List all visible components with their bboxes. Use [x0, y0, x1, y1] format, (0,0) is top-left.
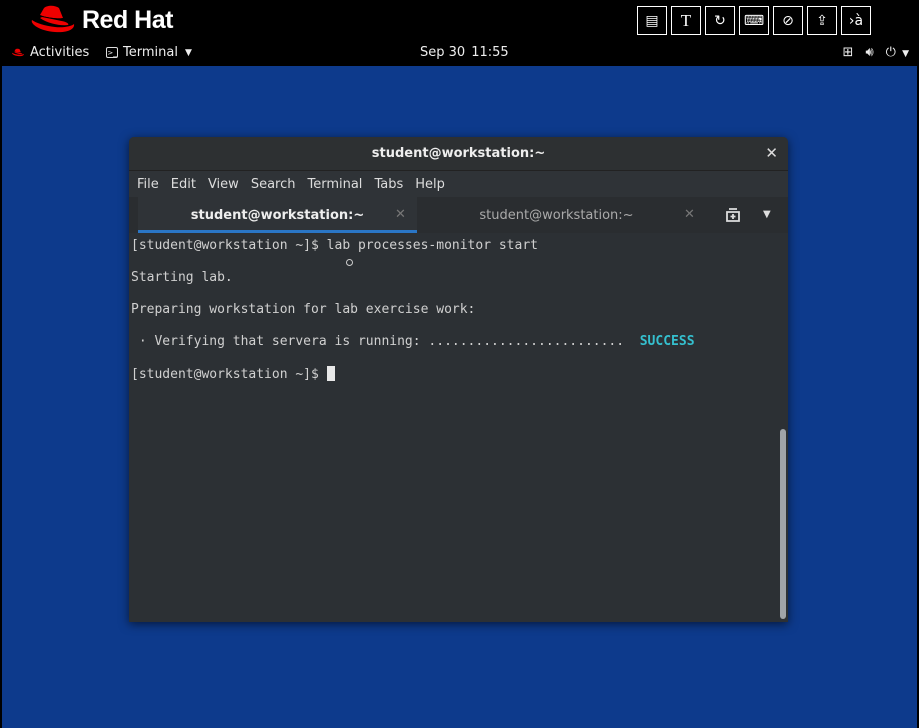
power-icon: ⏻ ▼ [885, 45, 909, 60]
redhat-logo [31, 5, 75, 33]
terminal-prompt: [student@workstation ~]$ [131, 367, 327, 382]
tab-list-chevron-down-icon[interactable]: ▼ [763, 209, 771, 220]
close-tab-icon[interactable]: ✕ [395, 207, 406, 222]
scrollbar[interactable] [779, 233, 787, 622]
window-titlebar[interactable]: student@workstation:~ ✕ [129, 137, 788, 171]
clock-time: 11:55 [471, 45, 509, 60]
terminal-icon: >_ [106, 47, 118, 58]
text-cursor [326, 366, 335, 381]
chevron-down-icon: ▼ [184, 47, 192, 58]
close-tab-icon[interactable]: ✕ [684, 207, 695, 222]
upload-icon[interactable]: ⇪ [807, 6, 837, 35]
app-menu-label: Terminal [123, 45, 178, 60]
volume-icon: 🔊︎ [865, 45, 874, 60]
keyboard-icon[interactable]: ⌨ [739, 6, 769, 35]
tab-bar: student@workstation:~ ✕ student@workstat… [129, 197, 788, 234]
menu-help[interactable]: Help [415, 177, 445, 192]
menu-view[interactable]: View [208, 177, 239, 192]
redhat-small-icon [12, 48, 24, 56]
activities-button[interactable]: Activities [11, 45, 89, 60]
close-icon[interactable]: ✕ [765, 144, 778, 162]
system-tray[interactable]: ⊞ 🔊︎ ⏻ ▼ [843, 45, 909, 60]
clock-date: Sep 30 [420, 45, 466, 60]
network-icon: ⊞ [842, 45, 854, 60]
notes-icon[interactable]: ▤ [637, 6, 667, 35]
activities-label: Activities [30, 45, 90, 60]
terminal-window: student@workstation:~ ✕ File Edit View S… [129, 137, 788, 622]
terminal-line: Preparing workstation for lab exercise w… [131, 302, 476, 317]
menu-bar: File Edit View Search Terminal Tabs Help [129, 171, 788, 197]
menu-file[interactable]: File [137, 177, 159, 192]
branding-bar: Red Hat ▤ T ↻ ⌨ ⊘ ⇪ ›à [0, 0, 919, 42]
app-menu[interactable]: >_ Terminal ▼ [106, 45, 192, 60]
terminal-line: [student@workstation ~]$ lab processes-m… [131, 238, 538, 253]
no-pointer-icon[interactable]: ⊘ [773, 6, 803, 35]
menu-search[interactable]: Search [251, 177, 296, 192]
new-tab-icon[interactable] [725, 208, 741, 222]
refresh-icon[interactable]: ↻ [705, 6, 735, 35]
menu-edit[interactable]: Edit [171, 177, 196, 192]
menu-tabs[interactable]: Tabs [374, 177, 403, 192]
clock[interactable]: Sep 30 11:55 [420, 45, 515, 60]
brand-name: Red Hat [82, 6, 173, 34]
menu-terminal[interactable]: Terminal [307, 177, 362, 192]
status-success: SUCCESS [639, 334, 695, 349]
terminal-output[interactable]: [student@workstation ~]$ lab processes-m… [129, 233, 788, 622]
terminal-line: Starting lab. [131, 270, 233, 285]
top-panel: Activities >_ Terminal ▼ Sep 30 11:55 ⊞ 🔊… [0, 42, 919, 66]
tab-2[interactable]: student@workstation:~ ✕ [417, 197, 696, 233]
mouse-pointer [346, 259, 353, 266]
tab-2-label: student@workstation:~ [479, 208, 634, 223]
input-method-icon[interactable]: ›à [841, 6, 871, 35]
text-tool-icon[interactable]: T [671, 6, 701, 35]
window-title: student@workstation:~ [371, 146, 546, 161]
tab-1-label: student@workstation:~ [190, 208, 365, 223]
toolbar-buttons: ▤ T ↻ ⌨ ⊘ ⇪ ›à [637, 6, 871, 35]
tab-1[interactable]: student@workstation:~ ✕ [138, 197, 417, 233]
scrollbar-thumb[interactable] [780, 429, 786, 619]
terminal-line: · Verifying that servera is running: ...… [131, 334, 640, 349]
